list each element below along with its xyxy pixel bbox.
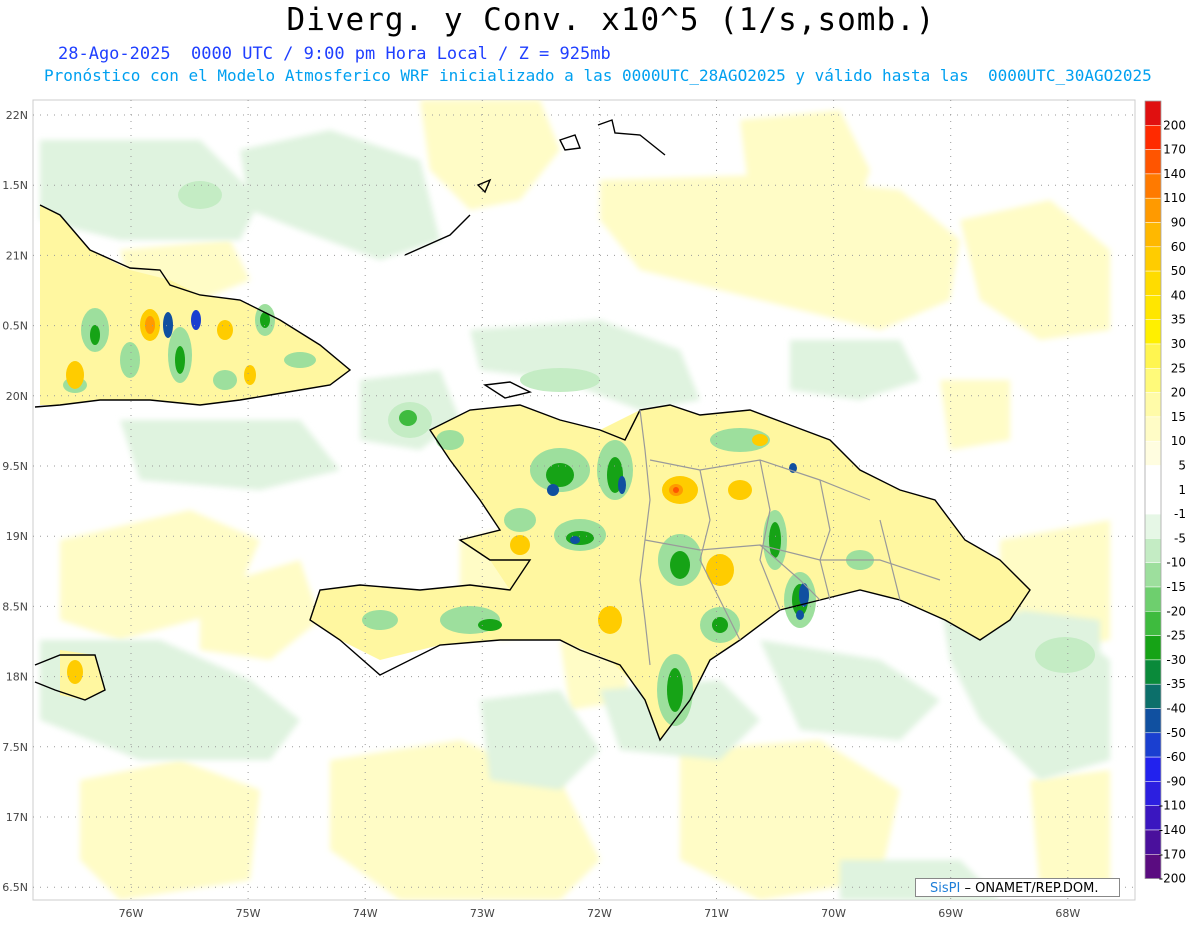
lon-label: 70W xyxy=(821,907,846,920)
latitude-labels: 22N 1.5N 21N 0.5N 20N 9.5N 19N 8.5N 18N 7.5N 17N 6.… xyxy=(2,109,28,894)
colorbar-label: 15 xyxy=(1171,410,1186,424)
colorbar-swatch xyxy=(1144,125,1162,150)
colorbar-swatch xyxy=(1144,222,1162,248)
colorbar-swatch xyxy=(1144,440,1162,466)
longitude-labels: 76W 75W 74W 73W 72W 71W 70W 69W 68W xyxy=(119,907,1081,920)
colorbar-swatch xyxy=(1144,538,1162,563)
colorbar-label: -15 xyxy=(1166,580,1186,594)
colorbar-label: 140 xyxy=(1163,167,1186,181)
watermark-brand: SisPI xyxy=(930,881,961,896)
lat-label: 17N xyxy=(6,811,28,824)
colorbar-label: -170 xyxy=(1159,847,1186,861)
colorbar-swatch xyxy=(1144,368,1162,393)
colorbar-label: 5 xyxy=(1178,459,1186,473)
watermark-org: – ONAMET/REP.DOM. xyxy=(964,881,1099,896)
colorbar-label: -25 xyxy=(1166,629,1186,643)
colorbar-label: 20 xyxy=(1171,386,1186,400)
colorbar-label: -90 xyxy=(1166,774,1186,788)
lon-label: 74W xyxy=(353,907,378,920)
colorbar-swatch xyxy=(1144,343,1162,369)
colorbar-label: -140 xyxy=(1159,823,1186,837)
colorbar-label: -10 xyxy=(1166,556,1186,570)
colorbar-swatch xyxy=(1144,489,1162,515)
colorbar-label: -1 xyxy=(1174,507,1186,521)
lat-label: 1.5N xyxy=(2,179,28,192)
colorbar-swatch xyxy=(1144,586,1162,612)
colorbar-label: 60 xyxy=(1171,240,1186,254)
colorbar-label: 90 xyxy=(1171,216,1186,230)
lon-label: 76W xyxy=(119,907,144,920)
colorbar-swatch xyxy=(1144,295,1162,320)
colorbar-swatch xyxy=(1144,416,1162,442)
lat-label: 0.5N xyxy=(2,320,28,333)
lat-label: 18N xyxy=(6,671,28,684)
colorbar-label: -60 xyxy=(1166,750,1186,764)
lon-label: 71W xyxy=(704,907,729,920)
colorbar-label: -5 xyxy=(1174,531,1186,545)
colorbar-swatch xyxy=(1144,659,1162,685)
colorbar-label: -110 xyxy=(1159,799,1186,813)
colorbar-swatch xyxy=(1144,246,1162,272)
colorbar-label: -30 xyxy=(1166,653,1186,667)
colorbar-label: 10 xyxy=(1171,434,1186,448)
colorbar-label: 25 xyxy=(1171,361,1186,375)
lat-label: 6.5N xyxy=(2,881,28,894)
colorbar-swatch xyxy=(1144,173,1162,199)
lat-label: 9.5N xyxy=(2,460,28,473)
colorbar: 200 170 140 110 90 60 50 40 35 30 25 20 15 10 5 1 -1 -5 -1… xyxy=(1144,100,1186,886)
lon-label: 75W xyxy=(236,907,261,920)
colorbar-label: 35 xyxy=(1171,313,1186,327)
colorbar-label: 40 xyxy=(1171,288,1186,302)
colorbar-label: 1 xyxy=(1178,483,1186,497)
colorbar-swatch xyxy=(1144,270,1162,296)
colorbar-label: -200 xyxy=(1159,872,1186,886)
lat-label: 8.5N xyxy=(2,600,28,613)
lon-label: 73W xyxy=(470,907,495,920)
colorbar-swatch xyxy=(1144,100,1162,126)
divergence-map: 22N 1.5N 21N 0.5N 20N 9.5N 19N 8.5N 18N 7.5N 17N 6.… xyxy=(2,99,1186,920)
colorbar-label: -20 xyxy=(1166,604,1186,618)
lon-label: 72W xyxy=(587,907,612,920)
colorbar-swatch xyxy=(1144,732,1162,758)
colorbar-label: 110 xyxy=(1163,191,1186,205)
colorbar-swatch xyxy=(1144,635,1162,661)
colorbar-swatch xyxy=(1144,319,1162,345)
colorbar-swatch xyxy=(1144,683,1162,709)
watermark: SisPI – ONAMET/REP.DOM. xyxy=(915,878,1120,897)
lat-label: 19N xyxy=(6,530,28,543)
colorbar-label: 200 xyxy=(1163,118,1186,132)
colorbar-swatch xyxy=(1144,756,1162,782)
colorbar-swatch xyxy=(1144,611,1162,636)
colorbar-swatch xyxy=(1144,562,1162,588)
lon-label: 68W xyxy=(1055,907,1080,920)
colorbar-swatch xyxy=(1144,392,1162,418)
colorbar-label: 170 xyxy=(1163,143,1186,157)
colorbar-label: -35 xyxy=(1166,677,1186,691)
lat-label: 20N xyxy=(6,390,28,403)
colorbar-swatch xyxy=(1144,708,1162,734)
lon-label: 69W xyxy=(938,907,963,920)
lat-label: 22N xyxy=(6,109,28,122)
colorbar-label: -40 xyxy=(1166,702,1186,716)
lat-label: 7.5N xyxy=(2,741,28,754)
colorbar-swatch xyxy=(1144,149,1162,175)
colorbar-label: -50 xyxy=(1166,726,1186,740)
colorbar-swatch xyxy=(1144,465,1162,491)
colorbar-swatch xyxy=(1144,513,1162,539)
colorbar-swatch xyxy=(1144,197,1162,223)
colorbar-label: 50 xyxy=(1171,264,1186,278)
colorbar-label: 30 xyxy=(1171,337,1186,351)
lat-label: 21N xyxy=(6,249,28,262)
